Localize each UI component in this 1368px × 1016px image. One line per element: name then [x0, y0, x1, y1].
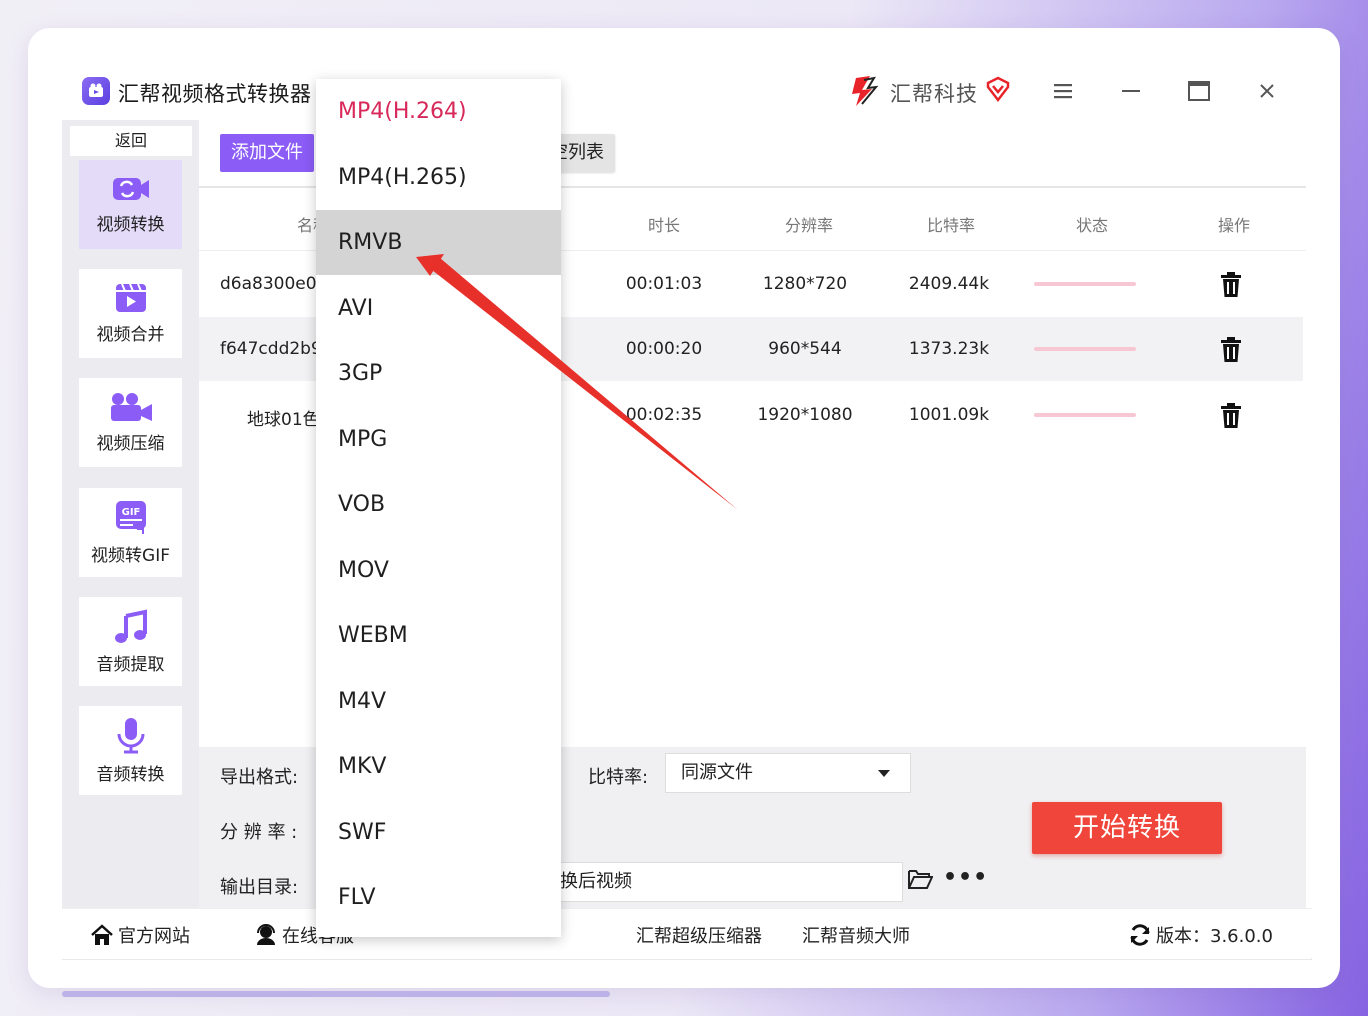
format-option-3gp[interactable]: 3GP — [316, 341, 561, 406]
app-window: 汇帮视频格式转换器 汇帮科技 返回 视频转换 视频合并 视频压缩 GIF 视频转… — [62, 62, 1312, 960]
bitrate-label: 比特率: — [588, 767, 649, 788]
sidebar-item-video-convert[interactable]: 视频转换 — [79, 160, 182, 249]
trash-icon[interactable] — [1219, 337, 1243, 363]
compressor-link[interactable]: 汇帮超级压缩器 — [636, 922, 762, 948]
column-header-bitrate: 比特率 — [926, 216, 975, 235]
start-convert-button[interactable]: 开始转换 — [1032, 802, 1222, 854]
output-dir-value: 换后视频 — [560, 871, 632, 892]
app-logo-icon — [82, 77, 110, 105]
version-label: 版本：3.6.0.0 — [1156, 926, 1273, 947]
official-website-link[interactable]: 官方网站 — [90, 922, 190, 948]
format-option-rmvb[interactable]: RMVB — [316, 210, 561, 275]
music-note-icon — [114, 609, 147, 643]
app-title: 汇帮视频格式转换器 — [118, 82, 312, 106]
version-info: 版本：3.6.0.0 — [1128, 922, 1273, 948]
gif-icon: GIF — [115, 501, 146, 534]
file-resolution: 1280*720 — [762, 274, 848, 294]
folder-open-icon[interactable] — [907, 868, 933, 890]
refresh-icon[interactable] — [1128, 924, 1152, 946]
format-option-flv[interactable]: FLV — [316, 865, 561, 930]
support-icon — [257, 924, 275, 945]
format-option-webm[interactable]: WEBM — [316, 603, 561, 668]
sidebar-item-label: 音频转换 — [96, 765, 165, 785]
format-dropdown-list[interactable]: MP4(H.264) MP4(H.265) RMVB AVI 3GP MPG V… — [316, 79, 561, 937]
column-header-resolution: 分辨率 — [784, 216, 833, 235]
format-option-mp4-h264[interactable]: MP4(H.264) — [316, 79, 561, 144]
file-bitrate: 1001.09k — [908, 405, 990, 425]
format-option-m4v[interactable]: M4V — [316, 669, 561, 734]
video-compress-icon — [110, 393, 152, 421]
format-option-avi[interactable]: AVI — [316, 276, 561, 341]
bitrate-select-value: 同源文件 — [681, 762, 753, 783]
file-name: d6a8300e0b — [220, 274, 328, 294]
vip-diamond-icon[interactable] — [984, 75, 1012, 103]
column-header-duration: 时长 — [647, 216, 680, 235]
status-progress-bar — [1034, 347, 1136, 351]
sidebar-item-video-merge[interactable]: 视频合并 — [79, 269, 182, 358]
sidebar-item-audio-extract[interactable]: 音频提取 — [79, 597, 182, 686]
format-option-vob[interactable]: VOB — [316, 472, 561, 537]
file-bitrate: 2409.44k — [908, 274, 990, 294]
sidebar-item-audio-convert[interactable]: 音频转换 — [79, 706, 182, 795]
sidebar: 返回 视频转换 视频合并 视频压缩 GIF 视频转GIF 音频提取 音频转换 — [62, 120, 199, 908]
sidebar-item-label: 视频转换 — [96, 215, 165, 235]
sidebar-item-label: 视频转GIF — [91, 546, 170, 566]
resolution-label: 分 辨 率 : — [220, 822, 298, 843]
audio-master-link[interactable]: 汇帮音频大师 — [802, 922, 910, 948]
sidebar-item-label: 视频合并 — [96, 325, 165, 345]
sidebar-item-video-gif[interactable]: GIF 视频转GIF — [79, 488, 182, 577]
file-bitrate: 1373.23k — [908, 339, 990, 359]
file-resolution: 960*544 — [768, 339, 842, 359]
output-dir-input[interactable]: 换后视频 — [559, 862, 903, 902]
sidebar-item-video-compress[interactable]: 视频压缩 — [79, 378, 182, 467]
menu-icon[interactable] — [1048, 76, 1078, 106]
scrollbar-decoration — [62, 991, 610, 997]
format-option-mpg[interactable]: MPG — [316, 407, 561, 472]
format-option-mkv[interactable]: MKV — [316, 734, 561, 799]
file-name: 地球01色 — [247, 410, 320, 430]
bitrate-select[interactable]: 同源文件 — [665, 753, 911, 793]
output-dir-label: 输出目录: — [220, 877, 299, 898]
column-header-action: 操作 — [1217, 216, 1250, 235]
file-duration: 00:01:03 — [625, 274, 703, 294]
file-duration: 00:02:35 — [625, 405, 703, 425]
microphone-icon — [117, 718, 144, 754]
format-label: 导出格式: — [220, 767, 299, 788]
trash-icon[interactable] — [1219, 403, 1243, 429]
file-duration: 00:00:20 — [625, 339, 703, 359]
footer-bar: 官方网站 在线客服 汇帮超级压缩器 汇帮音频大师 版本：3.6.0.0 — [62, 908, 1312, 958]
video-merge-icon — [115, 283, 146, 312]
sidebar-item-label: 视频压缩 — [96, 434, 165, 454]
brand-name: 汇帮科技 — [890, 82, 978, 106]
svg-text:GIF: GIF — [121, 507, 140, 518]
back-button[interactable]: 返回 — [70, 126, 192, 156]
maximize-icon[interactable] — [1184, 76, 1214, 106]
sidebar-item-label: 音频提取 — [96, 655, 165, 675]
format-option-mp4-h265[interactable]: MP4(H.265) — [316, 145, 561, 210]
trash-icon[interactable] — [1219, 272, 1243, 298]
close-icon[interactable] — [1252, 76, 1282, 106]
brand-logo-icon — [852, 76, 879, 106]
video-convert-icon — [112, 178, 149, 200]
more-options-icon[interactable]: ••• — [943, 865, 988, 890]
format-option-mov[interactable]: MOV — [316, 538, 561, 603]
home-icon — [91, 924, 113, 945]
chevron-down-icon — [878, 770, 890, 777]
add-file-button[interactable]: 添加文件 — [220, 134, 314, 172]
file-resolution: 1920*1080 — [757, 405, 853, 425]
column-header-status: 状态 — [1075, 216, 1108, 235]
status-progress-bar — [1034, 282, 1136, 286]
minimize-icon[interactable] — [1116, 76, 1146, 106]
format-option-swf[interactable]: SWF — [316, 800, 561, 865]
footer-website-label: 官方网站 — [118, 926, 190, 947]
title-bar: 汇帮视频格式转换器 汇帮科技 — [62, 62, 1312, 120]
status-progress-bar — [1034, 413, 1136, 417]
